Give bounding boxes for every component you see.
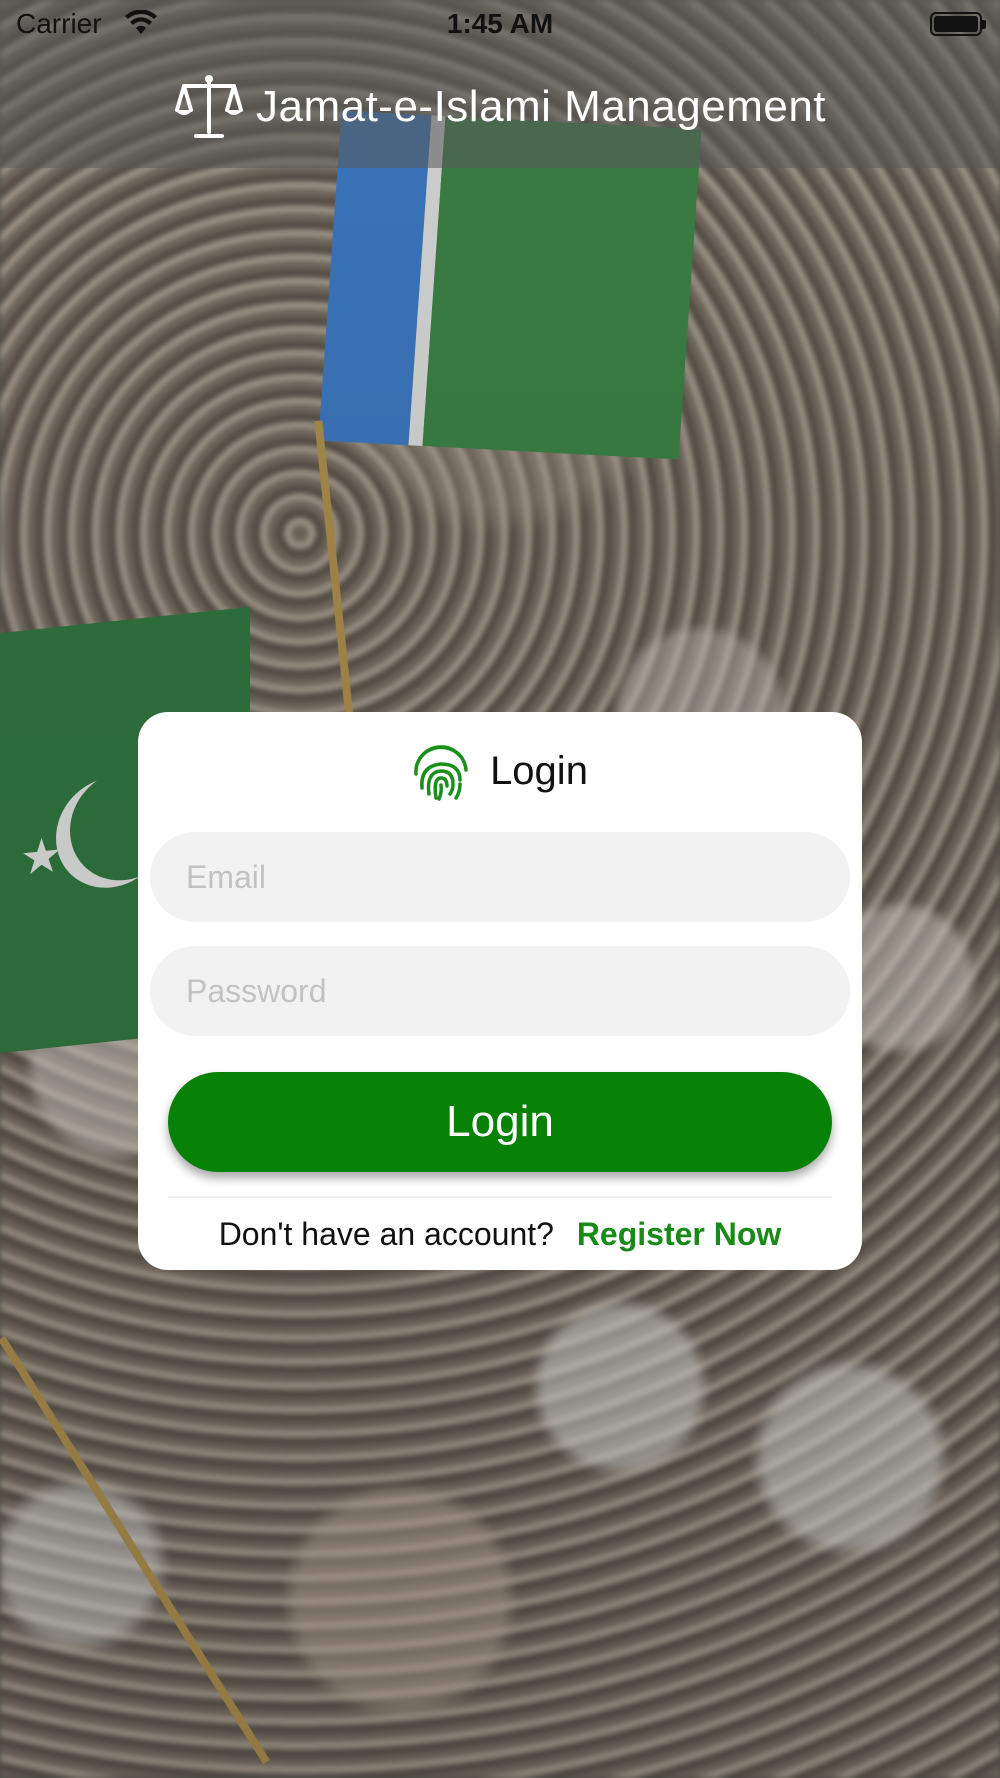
app-title: Jamat-e-Islami Management (255, 82, 827, 131)
password-field[interactable] (150, 946, 850, 1036)
status-bar: Carrier 1:45 AM (0, 0, 1000, 50)
header-title-group: Jamat-e-Islami Management (0, 74, 1000, 140)
scales-of-justice-icon (174, 75, 243, 138)
fingerprint-icon (414, 745, 468, 801)
divider (168, 1196, 832, 1198)
login-screen: ★ Carrier 1:45 AM (0, 0, 1000, 1778)
email-field[interactable] (150, 832, 850, 922)
login-card: Login Login Don't have an account? Regis… (138, 712, 862, 1270)
login-title: Login (490, 748, 588, 793)
login-card-header: Login (138, 740, 862, 802)
register-prompt-text: Don't have an account? (218, 1216, 554, 1252)
status-time: 1:45 AM (446, 8, 554, 39)
battery-icon (930, 12, 986, 36)
register-now-link[interactable]: Register Now (577, 1216, 781, 1252)
register-prompt-row: Don't have an account? Register Now (138, 1216, 862, 1253)
login-button[interactable]: Login (168, 1072, 832, 1172)
